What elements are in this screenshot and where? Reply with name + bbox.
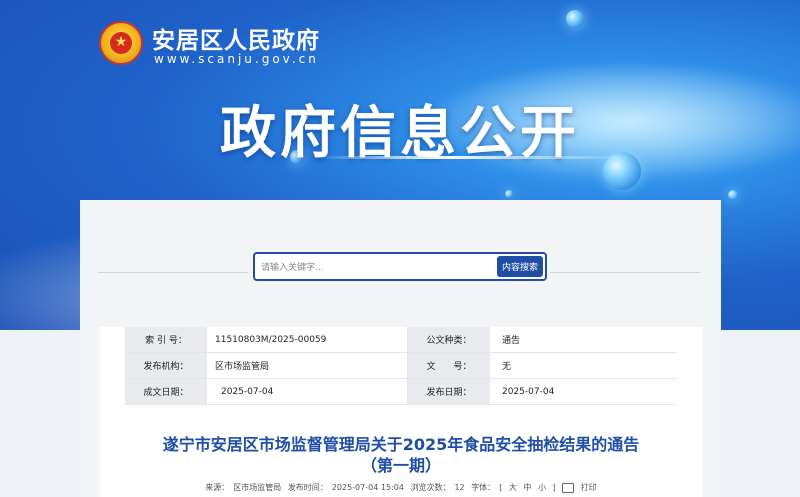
article-meta: 来源： 区市场监管局 发布时间： 2025-07-04 15:04 浏览次数： 12 … (100, 482, 702, 493)
meta-label: 文 号： (407, 352, 490, 379)
meta-label: 成文日期： (125, 378, 207, 405)
document-meta-table: 索 引 号： 11510803M/2025-00059 公文种类： 通告 发布机… (125, 327, 677, 405)
publish-time-value: 2025-07-04 15:04 (331, 483, 404, 492)
meta-value: 2025-07-04 (207, 378, 408, 405)
views-label: 浏览次数： (410, 483, 451, 492)
search-input[interactable] (259, 257, 499, 278)
divider (98, 272, 248, 273)
decorative-orb (728, 190, 738, 200)
font-small-link[interactable]: 小 (538, 483, 546, 492)
search-box: 内容搜索 (253, 252, 547, 281)
source-label: 来源： (205, 483, 230, 492)
content-panel: 内容搜索 索 引 号： 11510803M/2025-00059 公文种类： 通… (80, 200, 721, 497)
font-medium-link[interactable]: 中 (523, 483, 531, 492)
meta-label: 发布日期： (407, 378, 490, 405)
meta-value: 11510803M/2025-00059 (207, 327, 408, 353)
meta-label: 发布机构： (125, 352, 207, 379)
font-size-label: 字体： (471, 483, 496, 492)
views-value: 12 (454, 483, 465, 492)
meta-label: 索 引 号： (125, 327, 207, 353)
meta-value: 区市场监管局 (207, 352, 408, 379)
printer-icon[interactable] (562, 482, 575, 493)
meta-row: 发布机构： 区市场监管局 文 号： 无 (125, 352, 677, 379)
bracket: ] (552, 483, 556, 492)
meta-row: 索 引 号： 11510803M/2025-00059 公文种类： 通告 (125, 327, 677, 353)
source-value: 区市场监管局 (233, 483, 282, 492)
meta-row: 成文日期： 2025-07-04 发布日期： 2025-07-04 (125, 378, 677, 405)
divider (550, 272, 700, 273)
meta-value: 无 (490, 352, 677, 379)
meta-value: 通告 (490, 327, 677, 353)
search-section: 内容搜索 (80, 200, 721, 310)
publish-time-label: 发布时间： (287, 483, 328, 492)
bracket: [ (499, 483, 503, 492)
decorative-orb (505, 190, 513, 198)
article-card: 索 引 号： 11510803M/2025-00059 公文种类： 通告 发布机… (100, 327, 702, 497)
site-url: www.scanju.gov.cn (154, 52, 319, 66)
article-title-line: （第一期） (360, 456, 441, 475)
article-title: 遂宁市安居区市场监督管理局关于2025年食品安全抽检结果的通告 （第一期） (100, 434, 702, 476)
meta-label: 公文种类： (407, 327, 490, 353)
search-button[interactable]: 内容搜索 (497, 256, 543, 277)
font-large-link[interactable]: 大 (509, 483, 517, 492)
site-name[interactable]: 安居区人民政府 (152, 21, 320, 55)
meta-value: 2025-07-04 (490, 378, 677, 405)
article-title-line: 遂宁市安居区市场监督管理局关于2025年食品安全抽检结果的通告 (162, 435, 640, 454)
banner-underline (318, 156, 628, 159)
decorative-orb (566, 10, 584, 28)
national-emblem-icon[interactable]: ★ (99, 21, 143, 65)
print-link[interactable]: 打印 (581, 483, 597, 492)
